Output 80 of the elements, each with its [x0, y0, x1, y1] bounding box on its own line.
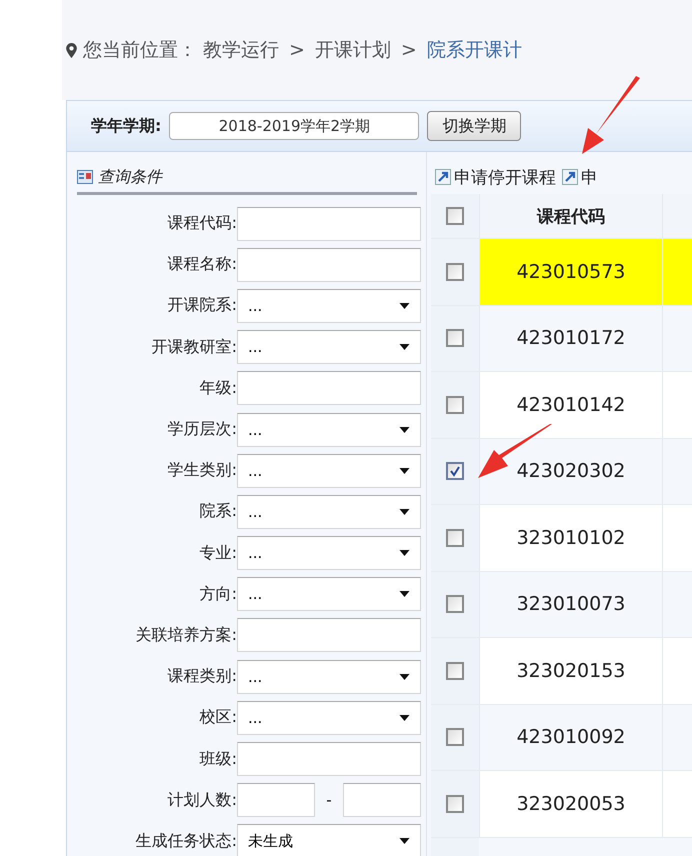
field-label: 开课院系:	[166, 295, 237, 316]
row-checkbox[interactable]	[446, 396, 464, 414]
select-all-checkbox[interactable]	[446, 207, 464, 225]
field-label: 学历层次:	[166, 419, 237, 440]
dropdown-field[interactable]: ...	[237, 330, 421, 364]
dropdown-field[interactable]: ...	[237, 577, 421, 612]
input-field[interactable]	[237, 371, 421, 406]
table-cell: 323010102	[480, 505, 663, 570]
field-label: 课程类别:	[166, 666, 237, 688]
dropdown-caret-icon	[399, 714, 410, 721]
dropdown-caret-icon	[399, 550, 410, 556]
dropdown-field[interactable]: 未生成	[237, 824, 421, 856]
action-link[interactable]: 申请停开课程	[435, 166, 556, 188]
field-label: 课程名称:	[166, 254, 237, 276]
checkmark-icon	[449, 465, 461, 478]
min-input-field[interactable]	[237, 783, 315, 818]
column-header[interactable]: 课程代码	[480, 194, 663, 238]
query-title: 查询条件	[98, 166, 162, 188]
row-checkbox[interactable]	[446, 329, 464, 348]
dropdown-field[interactable]: ...	[237, 412, 421, 447]
field-label: 计划人数:	[166, 790, 237, 811]
dropdown-field[interactable]: ...	[237, 660, 421, 694]
field-label: 专业:	[198, 542, 237, 564]
location-pin-icon	[66, 42, 77, 58]
table-cell: 423010092	[480, 704, 663, 770]
dropdown-field[interactable]: ...	[237, 454, 421, 488]
dropdown-field[interactable]: ...	[237, 494, 421, 529]
field-label: 生成任务状态:	[134, 830, 237, 852]
field-label: 校区:	[198, 707, 237, 728]
breadcrumb-separator: >	[400, 39, 417, 61]
row-checkbox[interactable]	[446, 595, 464, 614]
field-label: 学生类别:	[166, 460, 237, 482]
term-field[interactable]: 2018-2019学年2学期	[169, 112, 420, 140]
field-label: 班级:	[198, 748, 237, 770]
row-checkbox[interactable]	[446, 794, 464, 813]
form-icon	[77, 170, 93, 184]
field-label: 课程代码:	[166, 213, 237, 234]
dropdown-caret-icon	[399, 591, 410, 598]
dropdown-caret-icon	[399, 508, 410, 515]
arrow-link-icon	[435, 169, 451, 185]
table-cell: 423010573	[480, 239, 663, 304]
dropdown-caret-icon	[399, 426, 410, 433]
dropdown-caret-icon	[399, 674, 410, 680]
breadcrumb-separator: >	[289, 39, 305, 61]
dropdown-caret-icon	[399, 302, 410, 309]
dropdown-field[interactable]: ...	[237, 700, 421, 735]
breadcrumb-label: 您当前位置：	[83, 38, 197, 63]
dropdown-caret-icon	[399, 344, 410, 350]
table-cell: 323020153	[480, 638, 663, 704]
row-checkbox[interactable]	[446, 528, 464, 547]
breadcrumb-link[interactable]: 教学运行	[203, 37, 279, 63]
input-field[interactable]	[237, 618, 421, 652]
field-label: 方向:	[198, 584, 237, 605]
field-label: 关联培养方案:	[134, 624, 237, 646]
field-label: 院系:	[198, 501, 237, 522]
field-label: 开课教研室:	[150, 336, 237, 358]
max-input-field[interactable]	[343, 783, 421, 818]
row-checkbox[interactable]	[446, 262, 464, 281]
dropdown-field[interactable]: ...	[237, 288, 421, 323]
row-checkbox[interactable]	[446, 728, 464, 746]
row-checkbox[interactable]	[446, 662, 464, 680]
table-cell: 423010172	[480, 306, 663, 371]
range-separator: -	[325, 791, 333, 810]
switch-term-button[interactable]: 切换学期	[427, 111, 522, 141]
breadcrumb-link[interactable]: 开课计划	[314, 37, 391, 63]
breadcrumb-link[interactable]: 院系开课计	[426, 37, 522, 63]
field-label: 年级:	[198, 378, 237, 399]
table-cell: 323010073	[480, 572, 663, 637]
dropdown-field[interactable]: ...	[237, 536, 421, 570]
dropdown-caret-icon	[399, 468, 410, 474]
arrow-link-icon	[562, 169, 578, 185]
input-field[interactable]	[237, 248, 421, 282]
table-cell	[663, 239, 692, 304]
action-link[interactable]: 申	[562, 166, 598, 188]
term-label: 学年学期:	[91, 116, 162, 136]
dropdown-caret-icon	[399, 838, 410, 844]
row-checkbox[interactable]	[446, 462, 464, 480]
input-field[interactable]	[237, 206, 421, 241]
table-cell: 323020053	[480, 771, 663, 836]
input-field[interactable]	[237, 742, 421, 776]
